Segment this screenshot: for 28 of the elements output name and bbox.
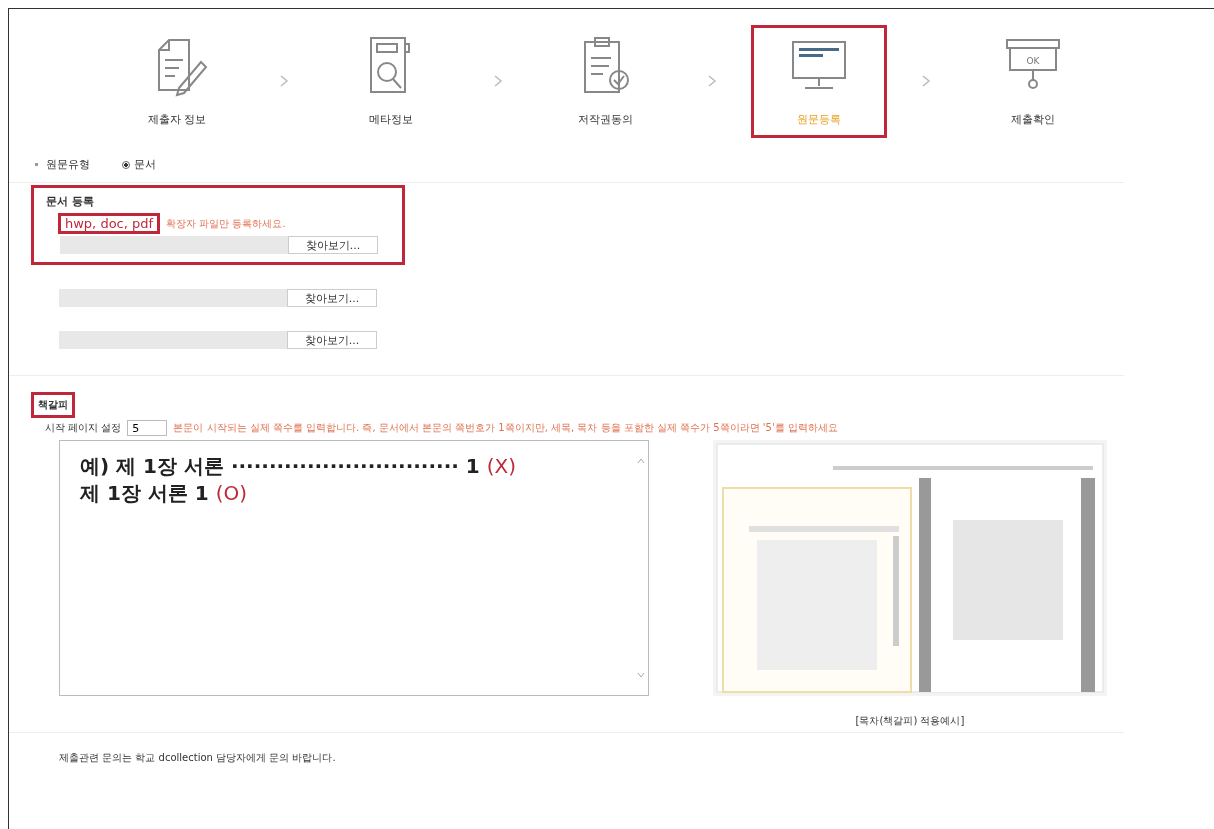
file-path-field[interactable] <box>59 289 287 307</box>
contact-notice: 제출관련 문의는 학교 dcollection 담당자에게 문의 바랍니다. <box>59 751 337 765</box>
chevron-icon <box>921 74 931 88</box>
step-tab[interactable]: 메타정보 <box>323 24 459 138</box>
chevron-icon <box>493 74 503 88</box>
bookmark-text-area[interactable]: 예) 제 1장 서론 ······························ 1 (X) 제 1장 서론 1 (O) <box>59 440 649 696</box>
browse-button[interactable]: 찾아보기... <box>287 289 377 307</box>
field-label: 시작 페이지 설정 <box>45 421 122 435</box>
chevron-icon <box>707 74 717 88</box>
file-path-field[interactable] <box>59 331 287 349</box>
preview-caption: [목차(책갈피) 적용예시] <box>855 714 965 728</box>
browse-button[interactable]: 찾아보기... <box>287 331 377 349</box>
section-title: 책갈피 <box>31 392 75 418</box>
step-tab[interactable]: 제출자 정보 <box>109 24 245 138</box>
hint-text: 본문이 시작되는 실제 쪽수를 입력합니다. 즉, 문서에서 본문의 쪽번호가 1쪽이지만, 세목, 목차 등을 포함한 실제 쪽수가 5쪽이라면 '5'를 입력하세요 <box>173 421 838 435</box>
document-radio[interactable]: 문서 <box>122 157 156 172</box>
chevron-icon <box>279 74 289 88</box>
start-page-field[interactable]: 5 <box>127 420 168 436</box>
example-line: 제 1장 서론 1 (O) <box>80 480 249 507</box>
browse-button[interactable]: 찾아보기... <box>288 236 378 254</box>
example-line: 예) 제 1장 서론 ······························ 1 (X) <box>80 453 517 480</box>
field-label: 원문유형 <box>46 157 91 172</box>
upload-notice: 확장자 파일만 등록하세요. <box>166 216 286 231</box>
file-path-field[interactable] <box>60 236 288 254</box>
section-title: 문서 등록 <box>46 195 94 208</box>
step-tab[interactable]: OK 제출확인 <box>965 24 1101 138</box>
step-tab[interactable]: 저작권동의 <box>537 24 673 138</box>
extension-list: hwp, doc, pdf <box>58 213 161 234</box>
